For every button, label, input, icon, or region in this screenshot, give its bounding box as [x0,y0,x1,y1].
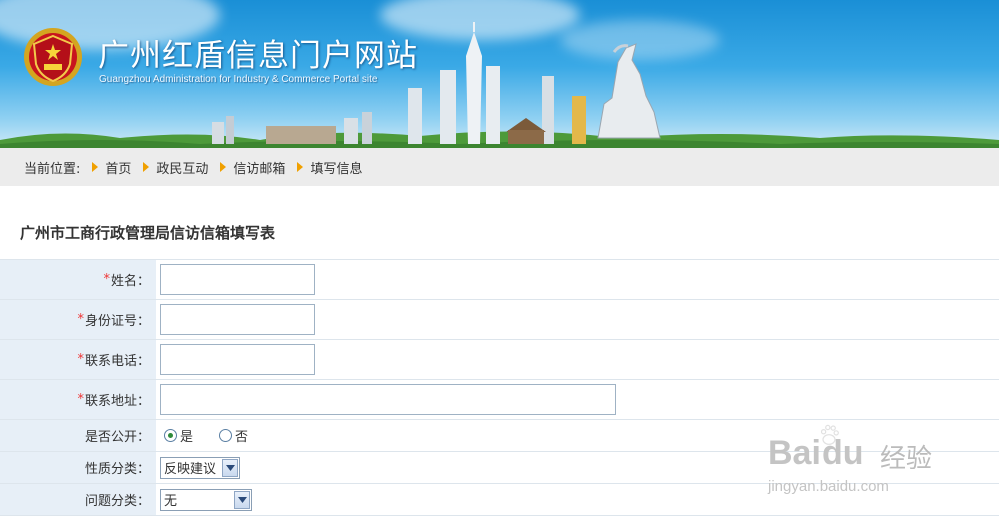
address-label: 联系地址： [84,394,150,409]
required-mark: * [77,352,84,367]
field-label: * 联系地址： [0,380,156,419]
breadcrumb-item-label: 信访邮箱 [233,161,286,177]
form-row-phone: * 联系电话： [0,340,999,380]
watermark-tag: 经验 [880,444,933,474]
required-mark: * [103,272,110,287]
address-input[interactable] [160,384,616,415]
watermark-url: jingyan.baidu.com [768,478,889,495]
breadcrumb-item-label: 政民互动 [156,161,209,177]
breadcrumb-item-interaction[interactable]: 政民互动 [143,158,208,177]
chevron-down-icon [222,458,238,477]
required-mark: * [77,312,84,327]
issue-label: 问题分类： [84,494,150,509]
arrow-right-icon [143,162,150,172]
public-no-label: 否 [235,430,249,445]
field-label: 性质分类： [0,452,156,483]
id-number-input[interactable] [160,304,315,335]
national-emblem-logo [24,28,82,86]
breadcrumb-item-mailbox[interactable]: 信访邮箱 [220,158,285,177]
public-yes-radio[interactable]: 是 [164,426,193,445]
field-label: * 姓名： [0,260,156,299]
breadcrumb-item-label: 填写信息 [310,161,363,177]
arrow-right-icon [92,162,99,172]
breadcrumb-item-home[interactable]: 首页 [92,158,131,177]
nature-select[interactable]: 反映建议 [160,456,240,479]
watermark-brand-suffix: du [822,434,864,472]
watermark-brand: Bai [768,434,821,472]
breadcrumb: 当前位置: 首页 政民互动 信访邮箱 填写信息 [0,148,999,186]
arrow-right-icon [220,162,227,172]
site-banner: 广州红盾信息门户网站 Guangzhou Administration for … [0,0,999,148]
public-yes-label: 是 [180,430,194,445]
required-mark: * [77,392,84,407]
field-label: 是否公开： [0,420,156,451]
public-no-radio[interactable]: 否 [219,426,248,445]
issue-select[interactable]: 无 [160,488,252,511]
arrow-right-icon [297,162,304,172]
field-label: * 身份证号： [0,300,156,339]
radio-unchecked-icon [219,429,233,442]
form-row-name: * 姓名： [0,260,999,300]
phone-label: 联系电话： [84,354,150,369]
field-label: 问题分类： [0,484,156,515]
nature-select-value: 反映建议 [164,462,217,477]
chevron-down-icon [234,490,250,509]
phone-input[interactable] [160,344,315,375]
field-label: * 联系电话： [0,340,156,379]
issue-select-value: 无 [164,494,178,509]
breadcrumb-item-label: 首页 [105,161,132,177]
name-label: 姓名： [110,274,150,289]
breadcrumb-label: 当前位置: [24,161,81,177]
id-label: 身份证号： [84,314,150,329]
form-row-id: * 身份证号： [0,300,999,340]
nature-label: 性质分类： [84,462,150,477]
site-subtitle: Guangzhou Administration for Industry & … [99,74,378,85]
public-label: 是否公开： [84,430,150,445]
site-title: 广州红盾信息门户网站 [98,38,418,74]
form-title: 广州市工商行政管理局信访信箱填写表 [20,224,276,242]
name-input[interactable] [160,264,315,295]
radio-checked-icon [164,429,177,442]
breadcrumb-item-fill-info[interactable]: 填写信息 [297,158,362,177]
